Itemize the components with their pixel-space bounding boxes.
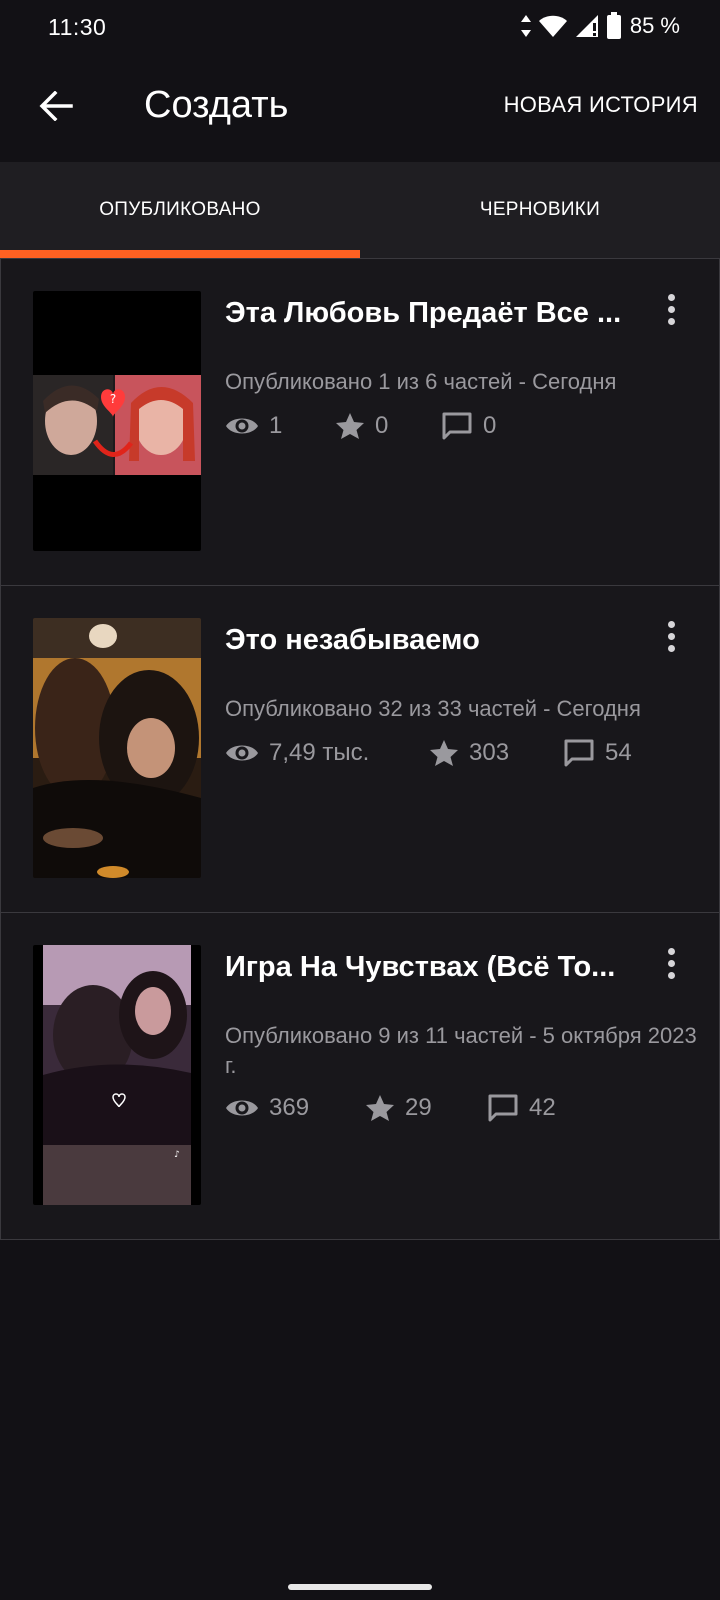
status-icons: 85 % bbox=[520, 12, 680, 40]
more-vert-icon bbox=[667, 620, 675, 628]
status-bar: 11:30 85 % bbox=[0, 0, 720, 56]
comments-stat: 42 bbox=[487, 1093, 556, 1123]
story-stats: 1 0 0 bbox=[225, 411, 496, 441]
views-stat: 7,49 тыс. bbox=[225, 739, 429, 767]
comments-count: 0 bbox=[483, 412, 497, 439]
status-time: 11:30 bbox=[48, 14, 107, 40]
comment-icon bbox=[564, 739, 594, 767]
svg-text:?: ? bbox=[110, 392, 116, 406]
star-icon bbox=[430, 740, 458, 766]
views-stat: 1 bbox=[225, 412, 335, 440]
comments-count: 54 bbox=[605, 739, 632, 766]
story-publish-info: Опубликовано 32 из 33 частей - Сегодня bbox=[225, 696, 641, 721]
comment-icon bbox=[488, 1094, 518, 1122]
views-count: 7,49 тыс. bbox=[269, 739, 370, 766]
comments-stat: 0 bbox=[441, 411, 496, 441]
more-options-button[interactable] bbox=[653, 616, 689, 656]
home-indicator[interactable] bbox=[288, 1584, 432, 1590]
story-card[interactable]: ♪ Игра На Чувствах (Всё То... Опубликова… bbox=[0, 913, 720, 1240]
story-card[interactable]: Это незабываемо Опубликовано 32 из 33 ча… bbox=[0, 586, 720, 913]
page-title: Создать bbox=[144, 84, 289, 126]
star-icon bbox=[336, 413, 364, 439]
tab-bar: ОПУБЛИКОВАНО ЧЕРНОВИКИ bbox=[0, 162, 720, 258]
tab-drafts[interactable]: ЧЕРНОВИКИ bbox=[360, 162, 720, 258]
votes-stat: 29 bbox=[365, 1094, 487, 1122]
votes-count: 29 bbox=[405, 1094, 432, 1121]
views-count: 369 bbox=[269, 1094, 310, 1121]
back-button[interactable] bbox=[30, 80, 82, 132]
eye-icon bbox=[226, 418, 258, 434]
battery-icon bbox=[606, 12, 621, 39]
story-cover-image[interactable] bbox=[33, 618, 201, 878]
views-count: 1 bbox=[269, 412, 283, 439]
cellular-signal-icon bbox=[575, 15, 598, 37]
views-stat: 369 bbox=[225, 1094, 365, 1122]
story-publish-info: Опубликовано 1 из 6 частей - Сегодня bbox=[225, 369, 617, 394]
data-arrows-icon bbox=[520, 15, 531, 37]
story-title[interactable]: Игра На Чувствах (Всё То... bbox=[225, 951, 635, 984]
votes-count: 303 bbox=[469, 739, 510, 766]
eye-icon bbox=[226, 1100, 258, 1116]
tab-published[interactable]: ОПУБЛИКОВАНО bbox=[0, 162, 360, 258]
comments-stat: 54 bbox=[563, 738, 632, 768]
votes-stat: 303 bbox=[429, 739, 563, 767]
new-story-button[interactable]: НОВАЯ ИСТОРИЯ bbox=[504, 92, 698, 118]
battery-percentage: 85 % bbox=[629, 13, 680, 38]
app-bar: Создать НОВАЯ ИСТОРИЯ bbox=[0, 56, 720, 162]
story-publish-info: Опубликовано 9 из 11 частей - 5 октября … bbox=[225, 1023, 697, 1078]
comments-count: 42 bbox=[529, 1094, 556, 1121]
story-title[interactable]: Это незабываемо bbox=[225, 624, 635, 657]
story-cover-image[interactable]: ? bbox=[33, 291, 201, 551]
svg-text:♪: ♪ bbox=[174, 1150, 180, 1160]
votes-count: 0 bbox=[375, 412, 389, 439]
votes-stat: 0 bbox=[335, 412, 441, 440]
more-options-button[interactable] bbox=[653, 943, 689, 983]
wifi-icon bbox=[538, 15, 567, 37]
story-card[interactable]: ? Эта Любовь Предаёт Все ... Опубликован… bbox=[0, 258, 720, 586]
story-cover-image[interactable]: ♪ bbox=[33, 945, 201, 1205]
story-list: ? Эта Любовь Предаёт Все ... Опубликован… bbox=[0, 258, 720, 1240]
more-options-button[interactable] bbox=[653, 289, 689, 329]
star-icon bbox=[366, 1095, 394, 1121]
more-vert-icon bbox=[667, 947, 675, 955]
arrow-left-icon bbox=[39, 91, 73, 121]
story-stats: 7,49 тыс. 303 54 bbox=[225, 738, 632, 768]
comment-icon bbox=[442, 412, 472, 440]
more-vert-icon bbox=[667, 293, 675, 301]
story-stats: 369 29 42 bbox=[225, 1093, 556, 1123]
eye-icon bbox=[226, 745, 258, 761]
story-title[interactable]: Эта Любовь Предаёт Все ... bbox=[225, 297, 635, 330]
